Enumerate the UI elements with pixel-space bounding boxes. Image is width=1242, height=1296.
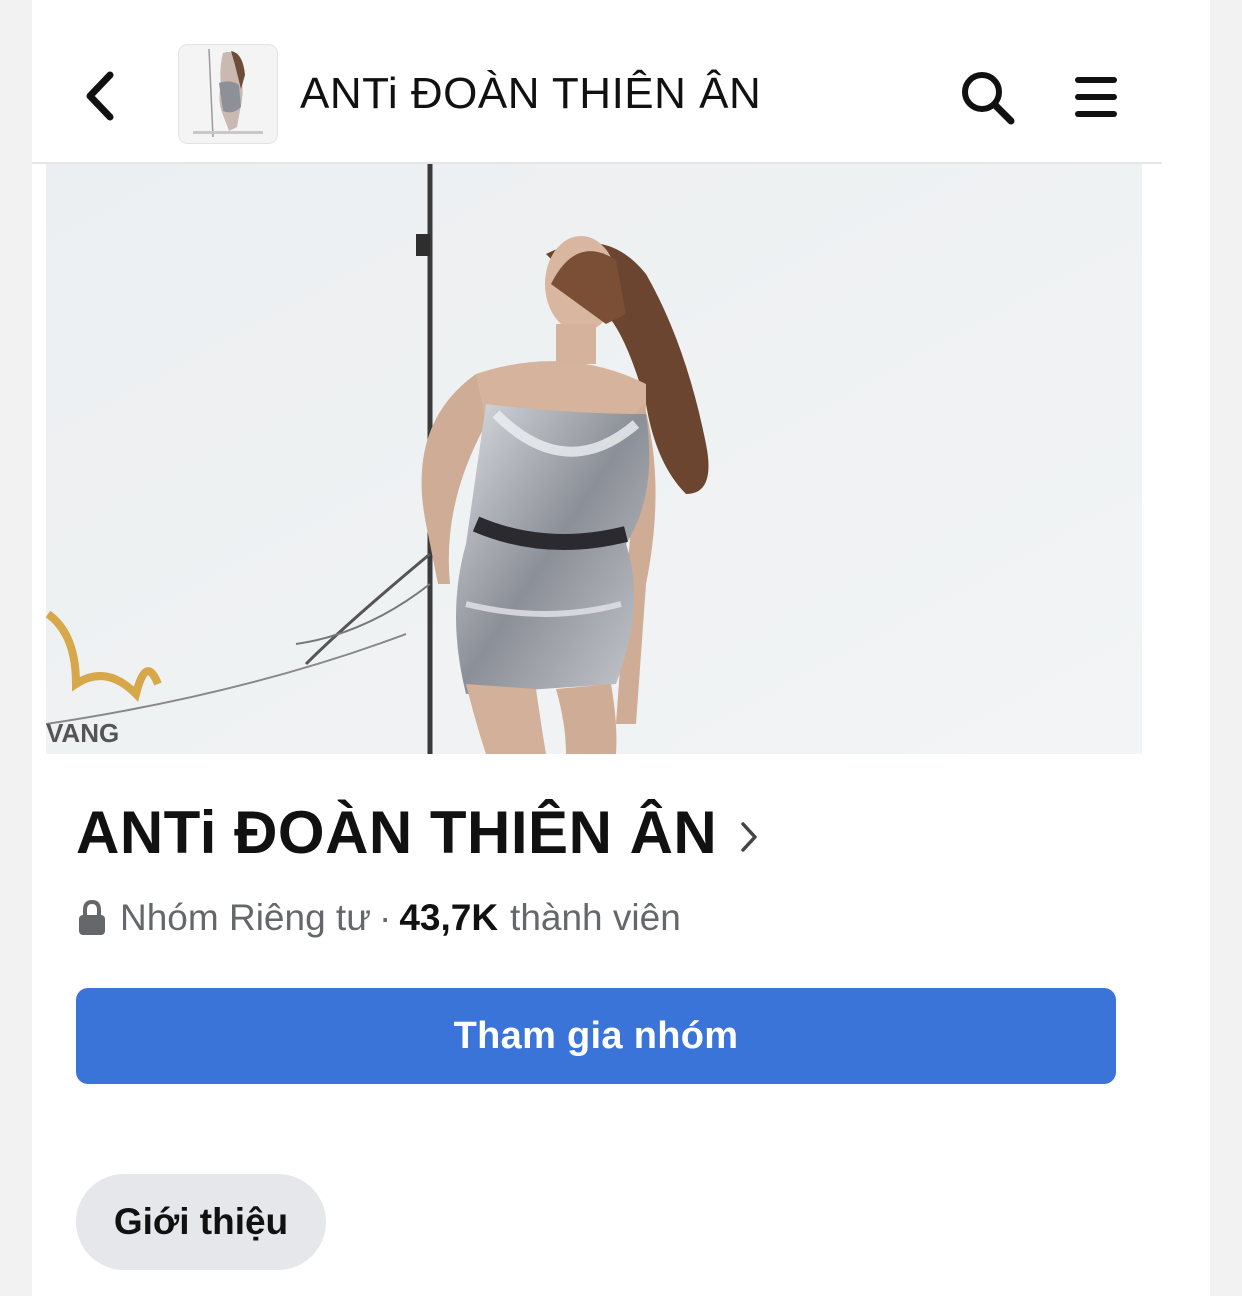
join-group-button[interactable]: Tham gia nhóm <box>76 988 1116 1084</box>
cover-image: VANG <box>46 164 1142 754</box>
member-count: 43,7K <box>399 897 499 938</box>
hamburger-menu-icon <box>1075 77 1117 117</box>
group-thumbnail[interactable] <box>178 44 278 144</box>
member-suffix: thành viên <box>510 897 681 938</box>
cover-watermark: VANG <box>46 718 119 748</box>
privacy-label: Nhóm Riêng tư <box>120 897 371 938</box>
header-title: ANTi ĐOÀN THIÊN ÂN <box>300 69 762 118</box>
lock-icon <box>79 899 105 935</box>
group-name: ANTi ĐOÀN THIÊN ÂN <box>76 798 718 866</box>
meta-separator: · <box>378 897 392 938</box>
group-page: ANTi ĐOÀN THIÊN ÂN VANG ANTi ĐOÀN THIÊN … <box>32 0 1210 1296</box>
group-thumbnail-image <box>179 45 277 143</box>
chevron-left-icon <box>86 71 114 121</box>
chevron-right-icon <box>741 822 757 852</box>
search-button[interactable] <box>954 64 1020 130</box>
back-button[interactable] <box>74 66 124 126</box>
group-meta: Nhóm Riêng tư · 43,7K thành viên <box>78 890 681 946</box>
search-icon <box>962 72 1015 125</box>
group-name-link[interactable]: ANTi ĐOÀN THIÊN ÂN <box>76 792 759 872</box>
cover-photo[interactable]: VANG <box>46 164 1142 754</box>
intro-tab[interactable]: Giới thiệu <box>76 1174 326 1270</box>
menu-button[interactable] <box>1068 64 1124 130</box>
top-header: ANTi ĐOÀN THIÊN ÂN <box>32 0 1162 164</box>
